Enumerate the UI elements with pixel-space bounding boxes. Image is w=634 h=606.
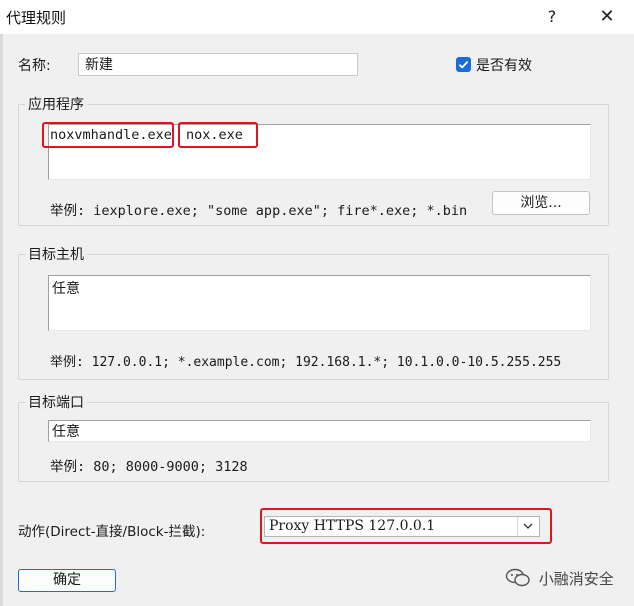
action-selected-value: Proxy HTTPS 127.0.0.1: [269, 518, 436, 534]
wechat-icon: [505, 568, 530, 587]
action-select[interactable]: Proxy HTTPS 127.0.0.1: [264, 516, 540, 537]
target-hosts-group-title: 目标主机: [25, 244, 87, 264]
name-input[interactable]: 新建: [78, 53, 358, 76]
target-hosts-example: 举例: 127.0.0.1; *.example.com; 192.168.1.…: [50, 355, 562, 370]
name-value: 新建: [85, 57, 113, 73]
watermark: 小融消安全: [505, 568, 614, 589]
enabled-checkbox[interactable]: [456, 57, 471, 72]
target-hosts-value: 任意: [52, 281, 80, 297]
ok-button[interactable]: 确定: [18, 569, 116, 592]
target-ports-example: 举例: 80; 8000-9000; 3128: [50, 459, 248, 475]
checkmark-icon: [458, 60, 469, 69]
application-entry-noxvmhandle: noxvmhandle.exe: [50, 127, 172, 143]
applications-example: 举例: iexplore.exe; "some app.exe"; fire*.…: [50, 203, 468, 219]
action-label: 动作(Direct-直接/Block-拦截):: [18, 524, 206, 540]
chevron-down-icon[interactable]: [517, 517, 539, 536]
background-window-edge: [0, 34, 3, 606]
window-title: 代理规则: [6, 9, 67, 27]
target-hosts-textarea[interactable]: 任意: [48, 275, 591, 331]
enabled-label[interactable]: 是否有效: [476, 55, 532, 75]
target-ports-group-title: 目标端口: [25, 392, 87, 412]
title-bar: 代理规则 ? ✕: [0, 0, 634, 34]
application-entry-nox: nox.exe: [186, 127, 243, 143]
applications-group-title: 应用程序: [25, 94, 87, 114]
target-ports-value: 任意: [52, 424, 80, 440]
watermark-text: 小融消安全: [538, 570, 614, 588]
browse-button[interactable]: 浏览...: [492, 191, 590, 215]
target-ports-input[interactable]: 任意: [48, 420, 591, 442]
close-button[interactable]: ✕: [594, 4, 620, 30]
help-button[interactable]: ?: [540, 4, 564, 30]
name-label: 名称:: [18, 58, 51, 74]
